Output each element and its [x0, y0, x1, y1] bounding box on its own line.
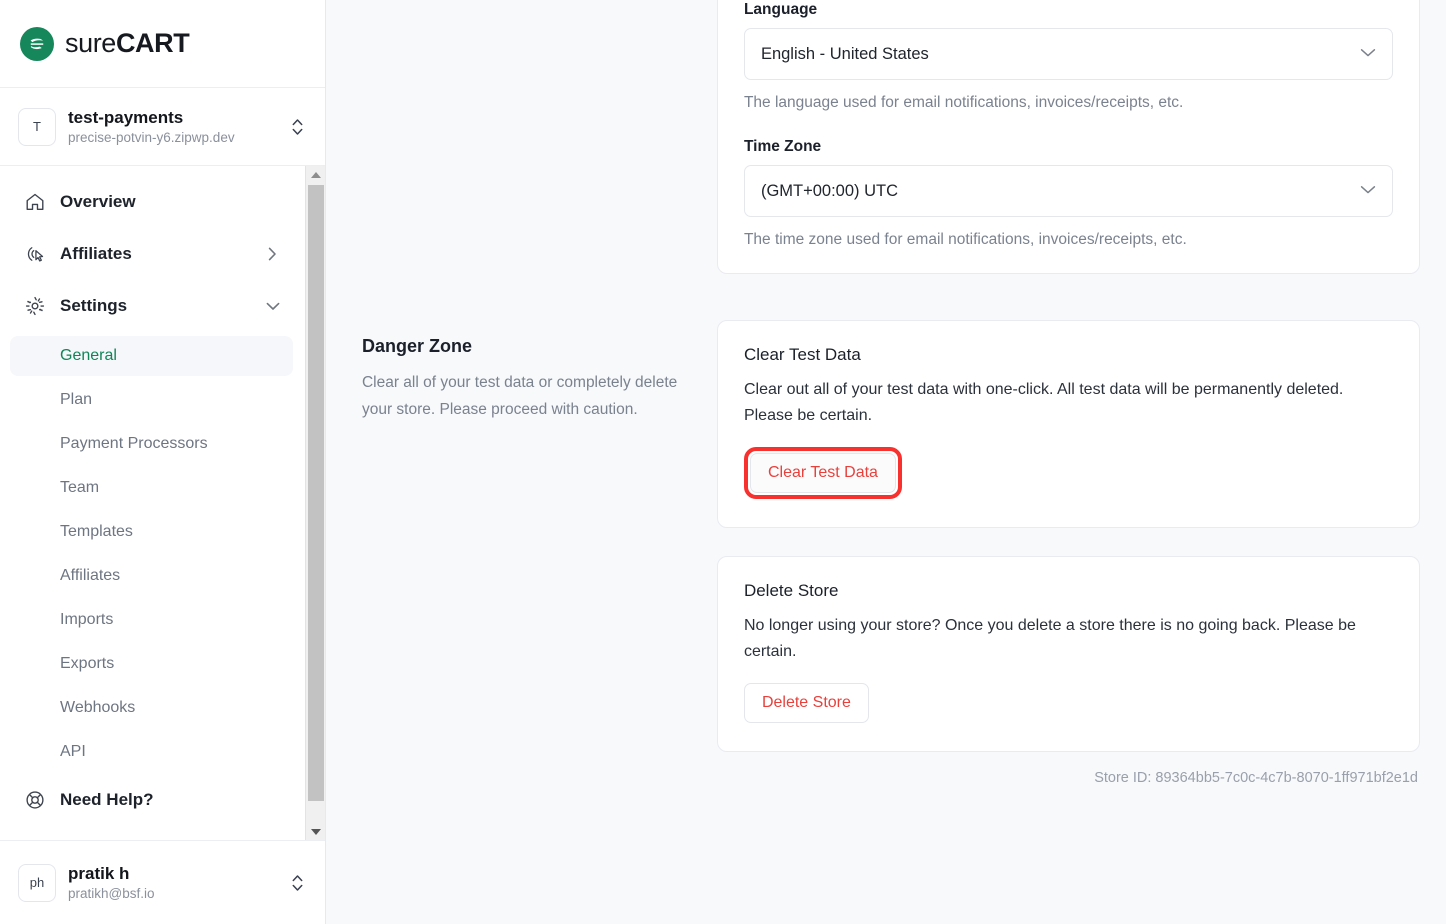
sidebar-subitem-label: Webhooks: [60, 699, 135, 717]
sidebar-subitem-label: General: [60, 347, 117, 365]
sidebar-item-affiliates-sub[interactable]: Affiliates: [10, 556, 293, 596]
localization-right-col: Language English - United States The lan…: [717, 0, 1420, 274]
chevron-right-icon[interactable]: [265, 246, 281, 262]
sidebar-item-plan[interactable]: Plan: [10, 380, 293, 420]
delete-store-button[interactable]: Delete Store: [744, 683, 869, 723]
danger-zone-description-col: Danger Zone Clear all of your test data …: [362, 320, 717, 786]
sidebar-item-templates[interactable]: Templates: [10, 512, 293, 552]
app-root: sureCART T test-payments precise-potvin-…: [0, 0, 1446, 924]
sidebar-nav: Overview Affiliates: [0, 166, 325, 840]
chevron-down-icon[interactable]: [1360, 182, 1376, 200]
danger-zone-section: Danger Zone Clear all of your test data …: [326, 320, 1446, 786]
highlight-annotation-ring: Clear Test Data: [744, 447, 902, 499]
sidebar-item-label: Overview: [60, 192, 265, 212]
sidebar-item-affiliates[interactable]: Affiliates: [10, 232, 293, 276]
localization-left-col: [362, 0, 717, 274]
user-avatar: ph: [18, 864, 56, 902]
sidebar-item-label: Need Help?: [60, 790, 265, 810]
store-domain: precise-potvin-y6.zipwp.dev: [68, 129, 289, 147]
sidebar-item-team[interactable]: Team: [10, 468, 293, 508]
user-meta: pratik h pratikh@bsf.io: [68, 863, 289, 903]
sidebar-subitem-label: Templates: [60, 523, 133, 541]
chevron-down-icon[interactable]: [1360, 45, 1376, 63]
sidebar-item-need-help[interactable]: Need Help?: [10, 778, 293, 822]
language-value: English - United States: [761, 45, 1360, 64]
sidebar-item-general[interactable]: General: [10, 336, 293, 376]
danger-zone-description: Clear all of your test data or completel…: [362, 370, 687, 423]
user-email: pratikh@bsf.io: [68, 885, 289, 903]
localization-section: Language English - United States The lan…: [326, 0, 1446, 274]
delete-store-description: No longer using your store? Once you del…: [744, 613, 1393, 665]
no-chevron: [265, 194, 281, 210]
clear-test-data-heading: Clear Test Data: [744, 345, 1393, 365]
timezone-help-text: The time zone used for email notificatio…: [744, 231, 1393, 249]
gear-icon: [22, 293, 48, 319]
sidebar-subitem-label: Plan: [60, 391, 92, 409]
chevron-down-icon[interactable]: [265, 298, 281, 314]
home-icon: [22, 189, 48, 215]
timezone-value: (GMT+00:00) UTC: [761, 182, 1360, 201]
danger-zone-cards-col: Clear Test Data Clear out all of your te…: [717, 320, 1420, 786]
lifebuoy-icon: [22, 787, 48, 813]
no-chevron: [265, 792, 281, 808]
sidebar-subitem-label: Affiliates: [60, 567, 120, 585]
store-meta: test-payments precise-potvin-y6.zipwp.de…: [68, 107, 289, 147]
sidebar-item-label: Affiliates: [60, 244, 265, 264]
sidebar-item-webhooks[interactable]: Webhooks: [10, 688, 293, 728]
sidebar-item-settings[interactable]: Settings: [10, 284, 293, 328]
delete-store-card: Delete Store No longer using your store?…: [717, 556, 1420, 752]
brand-header: sureCART: [0, 0, 325, 88]
brand-wordmark: sureCART: [65, 28, 189, 59]
brand-name-bold: CART: [116, 28, 189, 58]
scrollbar-thumb[interactable]: [308, 185, 324, 801]
sidebar-subitem-label: Imports: [60, 611, 113, 629]
danger-zone-heading: Danger Zone: [362, 336, 687, 357]
clear-test-data-card: Clear Test Data Clear out all of your te…: [717, 320, 1420, 528]
user-account-switcher[interactable]: ph pratik h pratikh@bsf.io: [0, 840, 325, 924]
language-help-text: The language used for email notification…: [744, 94, 1393, 112]
timezone-select[interactable]: (GMT+00:00) UTC: [744, 165, 1393, 217]
language-select[interactable]: English - United States: [744, 28, 1393, 80]
main-content: Language English - United States The lan…: [326, 0, 1446, 924]
delete-store-heading: Delete Store: [744, 581, 1393, 601]
language-label: Language: [744, 1, 1393, 19]
store-id-text: Store ID: 89364bb5-7c0c-4c7b-8070-1ff971…: [717, 752, 1420, 786]
sidebar-item-payment-processors[interactable]: Payment Processors: [10, 424, 293, 464]
up-down-chevron-icon[interactable]: [289, 870, 307, 896]
user-name: pratik h: [68, 863, 289, 884]
up-down-chevron-icon[interactable]: [289, 114, 307, 140]
localization-card: Language English - United States The lan…: [717, 0, 1420, 274]
scroll-down-arrow-icon[interactable]: [306, 823, 325, 840]
store-switcher[interactable]: T test-payments precise-potvin-y6.zipwp.…: [0, 88, 325, 166]
surecart-logo-icon: [20, 27, 54, 61]
sidebar-subitem-label: API: [60, 743, 86, 761]
clear-test-data-description: Clear out all of your test data with one…: [744, 377, 1393, 429]
sidebar-item-exports[interactable]: Exports: [10, 644, 293, 684]
sidebar: sureCART T test-payments precise-potvin-…: [0, 0, 326, 924]
brand-name-light: sure: [65, 28, 116, 58]
sidebar-scrollbar[interactable]: [305, 166, 325, 840]
sidebar-item-overview[interactable]: Overview: [10, 180, 293, 224]
scroll-up-arrow-icon[interactable]: [306, 166, 325, 183]
sidebar-subitem-label: Team: [60, 479, 99, 497]
sidebar-item-api[interactable]: API: [10, 732, 293, 772]
sidebar-item-label: Settings: [60, 296, 265, 316]
store-avatar: T: [18, 108, 56, 146]
sidebar-subitem-label: Payment Processors: [60, 435, 208, 453]
cursor-signal-icon: [22, 241, 48, 267]
sidebar-item-imports[interactable]: Imports: [10, 600, 293, 640]
clear-test-data-button[interactable]: Clear Test Data: [750, 453, 896, 493]
timezone-label: Time Zone: [744, 138, 1393, 156]
sidebar-subitem-label: Exports: [60, 655, 114, 673]
store-name: test-payments: [68, 107, 289, 128]
